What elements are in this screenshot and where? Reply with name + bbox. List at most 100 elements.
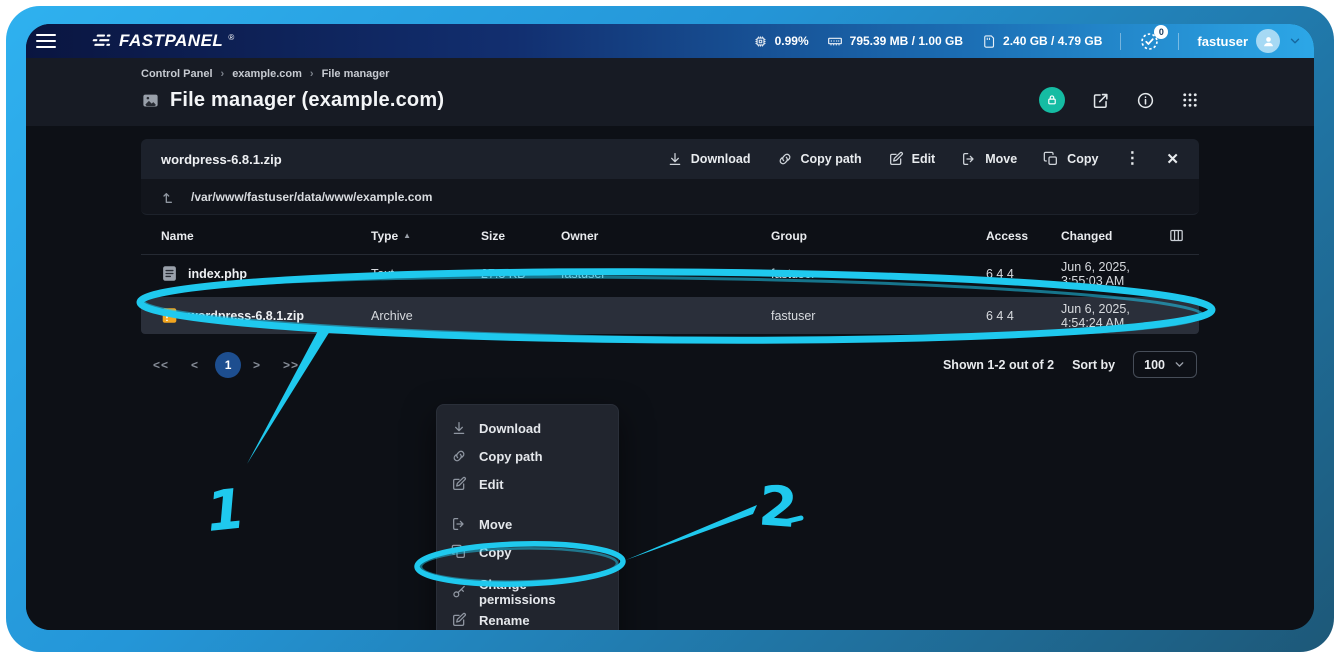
fastpanel-logo-icon	[90, 32, 114, 50]
current-page-button[interactable]: 1	[215, 352, 241, 378]
topbar: FASTPANEL ® 0.99% 795.39 MB / 1.00 GB 2.…	[26, 24, 1314, 58]
menu-item-edit[interactable]: Edit	[437, 470, 618, 498]
disk-icon	[981, 34, 996, 49]
file-manager-icon	[141, 91, 160, 110]
memory-usage: 795.39 MB / 1.00 GB	[827, 33, 963, 49]
header-actions	[1039, 87, 1199, 113]
table-header: Name Type▲ Size Owner Group Access Chang…	[141, 217, 1199, 255]
topbar-status: 0.99% 795.39 MB / 1.00 GB 2.40 GB / 4.79…	[753, 29, 1302, 53]
topbar-divider	[1120, 33, 1121, 50]
first-page-button[interactable]: <<	[153, 358, 169, 372]
copy-button[interactable]: Copy	[1043, 151, 1098, 167]
copy-icon	[451, 544, 467, 560]
breadcrumb-separator: ›	[310, 68, 314, 80]
file-name: wordpress-6.8.1.zip	[188, 309, 304, 323]
pagination-bar: << < 1 > >> Shown 1-2 out of 2 Sort by 1…	[141, 351, 1199, 378]
apps-grid-button[interactable]	[1181, 91, 1199, 109]
key-icon	[451, 584, 467, 600]
move-icon	[961, 151, 977, 167]
main-content: wordpress-6.8.1.zip Download Copy path	[26, 126, 1314, 630]
path-bar: /var/www/fastuser/data/www/example.com	[141, 179, 1199, 215]
username-label: fastuser	[1197, 34, 1248, 49]
close-selection-button[interactable]: ✕	[1166, 152, 1179, 167]
file-access: 6 4 4	[986, 267, 1061, 281]
file-size: 27.3 KB	[481, 267, 561, 281]
app-window: FASTPANEL ® 0.99% 795.39 MB / 1.00 GB 2.…	[26, 24, 1314, 630]
file-name: index.php	[188, 267, 247, 281]
column-header-name[interactable]: Name	[161, 229, 371, 243]
column-header-changed[interactable]: Changed	[1061, 229, 1159, 243]
chevron-down-icon	[1173, 358, 1186, 371]
file-owner: fastuser	[561, 267, 771, 281]
disk-value: 2.40 GB / 4.79 GB	[1003, 34, 1102, 48]
breadcrumb-file-manager[interactable]: File manager	[322, 68, 390, 80]
toolbar-actions: Download Copy path Edit Move	[667, 151, 1179, 167]
link-icon	[777, 151, 793, 167]
move-button[interactable]: Move	[961, 151, 1017, 167]
file-type: Archive	[371, 309, 481, 323]
column-header-access[interactable]: Access	[986, 229, 1061, 243]
notifications-button[interactable]: 0	[1139, 31, 1160, 52]
copy-path-button[interactable]: Copy path	[777, 151, 862, 167]
column-settings-button[interactable]	[1168, 227, 1185, 244]
column-header-size[interactable]: Size	[481, 229, 561, 243]
breadcrumb: Control Panel › example.com › File manag…	[141, 68, 1199, 80]
grid-icon	[1181, 91, 1199, 109]
info-icon	[1136, 91, 1155, 110]
table-row-wordpress-zip[interactable]: wordpress-6.8.1.zip Archive fastuser 6 4…	[141, 297, 1199, 334]
file-type: Text	[371, 267, 481, 281]
ssl-status-button[interactable]	[1039, 87, 1065, 113]
notification-badge: 0	[1154, 25, 1168, 39]
download-icon	[451, 420, 467, 436]
current-path: /var/www/fastuser/data/www/example.com	[191, 190, 432, 204]
page-title: File manager (example.com)	[170, 89, 444, 112]
prev-page-button[interactable]: <	[191, 358, 199, 372]
menu-item-rename[interactable]: Rename	[437, 606, 618, 630]
lock-icon	[1045, 93, 1059, 107]
breadcrumb-control-panel[interactable]: Control Panel	[141, 68, 213, 80]
breadcrumb-site[interactable]: example.com	[232, 68, 302, 80]
sort-by-label: Sort by	[1072, 358, 1115, 372]
menu-item-change-permissions[interactable]: Change permissions	[437, 578, 618, 606]
next-page-button[interactable]: >	[253, 358, 261, 372]
cpu-value: 0.99%	[775, 34, 809, 48]
pencil-icon	[451, 476, 467, 492]
menu-item-copy-path[interactable]: Copy path	[437, 442, 618, 470]
external-link-icon	[1091, 91, 1110, 110]
move-icon	[451, 516, 467, 532]
table-row-index-php[interactable]: index.php Text 27.3 KB fastuser fastuser…	[141, 255, 1199, 292]
download-icon	[667, 151, 683, 167]
info-button[interactable]	[1136, 91, 1155, 110]
selected-filename: wordpress-6.8.1.zip	[161, 152, 282, 167]
copy-icon	[1043, 151, 1059, 167]
memory-value: 795.39 MB / 1.00 GB	[850, 34, 963, 48]
more-actions-button[interactable]: ⋮	[1124, 151, 1140, 167]
chevron-down-icon	[1288, 34, 1302, 48]
column-header-group[interactable]: Group	[771, 229, 986, 243]
column-header-owner[interactable]: Owner	[561, 229, 771, 243]
file-group: fastuser	[771, 309, 986, 323]
up-directory-button[interactable]	[161, 189, 177, 205]
last-page-button[interactable]: >>	[283, 358, 299, 372]
edit-button[interactable]: Edit	[888, 151, 936, 167]
table-columns-icon	[1168, 227, 1185, 244]
open-site-button[interactable]	[1091, 91, 1110, 110]
column-header-type[interactable]: Type▲	[371, 229, 481, 243]
avatar	[1256, 29, 1280, 53]
ram-icon	[827, 33, 843, 49]
pencil-icon	[888, 151, 904, 167]
download-button[interactable]: Download	[667, 151, 751, 167]
registered-mark: ®	[228, 33, 234, 42]
archive-file-icon	[161, 307, 178, 324]
text-file-icon	[161, 265, 178, 282]
menu-toggle-button[interactable]	[36, 29, 66, 53]
title-row: File manager (example.com)	[141, 87, 1199, 113]
menu-item-download[interactable]: Download	[437, 414, 618, 442]
file-changed: Jun 6, 2025, 4:54:24 AM	[1061, 302, 1159, 330]
per-page-value: 100	[1144, 358, 1165, 372]
user-menu[interactable]: fastuser	[1197, 29, 1302, 53]
fastpanel-logo[interactable]: FASTPANEL ®	[90, 31, 234, 51]
menu-item-copy[interactable]: Copy	[437, 538, 618, 566]
menu-item-move[interactable]: Move	[437, 510, 618, 538]
per-page-select[interactable]: 100	[1133, 351, 1197, 378]
